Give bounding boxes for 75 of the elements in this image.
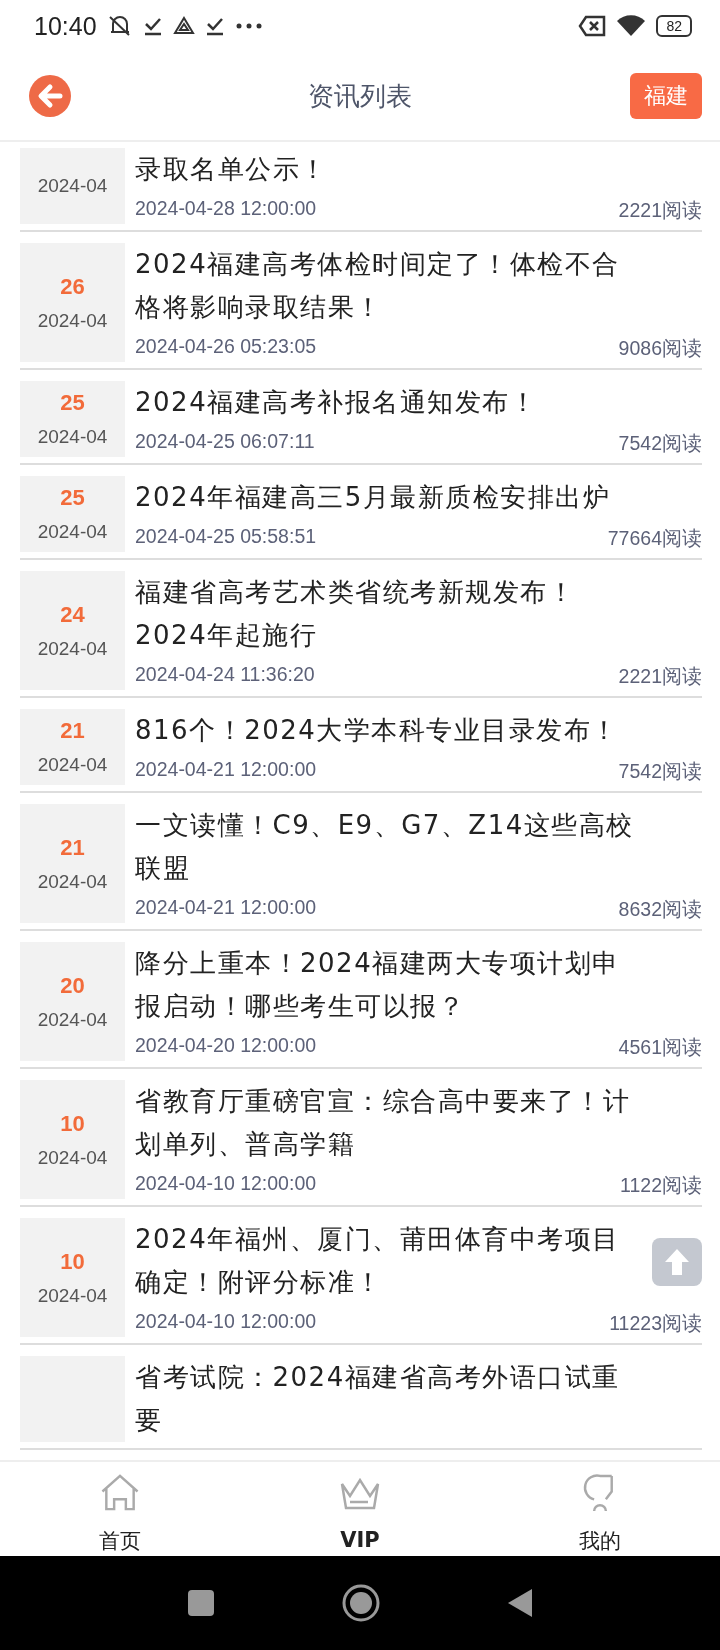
article-day: 10 [60,1110,85,1137]
back-icon[interactable] [28,74,72,118]
read-count: 7542阅读 [618,759,702,784]
article-title: 福建省高考艺术类省统考新规发布！2024年起施行 [135,576,576,652]
article-day: 24 [60,601,85,628]
read-count: 7542阅读 [618,431,702,456]
article-item[interactable]: 25 2024-04 2024年福建高三5月最新质检安排出炉 2024-04-25 05:58:51 77664阅读 [20,470,702,560]
article-time: 2024-04-10 12:00:00 [135,1310,317,1334]
read-count: 9086阅读 [618,336,702,361]
article-item[interactable]: 2024-04 录取名单公示！ 2024-04-28 12:00:00 2221阅读 [20,142,702,232]
article-time: 2024-04-28 12:00:00 [135,197,317,221]
article-month: 2024-04 [37,1284,108,1307]
wifi-icon [616,14,647,38]
article-time: 2024-04-25 05:58:51 [135,525,317,549]
article-title: 2024年福建高三5月最新质检安排出炉 [135,481,611,514]
tab-item[interactable]: VIP [240,1462,480,1556]
home-button-icon[interactable] [341,1583,381,1623]
article-item[interactable]: 24 2024-04 福建省高考艺术类省统考新规发布！2024年起施行 2024-04-24 11:36:20 2221阅读 [20,565,702,698]
article-time: 2024-04-21 12:00:00 [135,758,317,782]
article-item[interactable]: 25 2024-04 2024福建高考补报名通知发布！ 2024-04-25 06:07:11 7542阅读 [20,375,702,465]
article-month: 2024-04 [37,426,108,448]
read-count: 1122阅读 [620,1173,702,1198]
article-month: 2024-04 [37,870,108,893]
article-title: 省教育厅重磅官宣：综合高中要来了！计划单列、普高学籍 [135,1085,631,1161]
article-month: 2024-04 [37,637,108,660]
article-month: 2024-04 [37,754,108,776]
article-title: 2024福建高考补报名通知发布！ [135,386,538,419]
article-month: 2024-04 [37,309,108,332]
battery-level: 82 [656,15,692,37]
article-item[interactable]: 20 2024-04 降分上重本！2024福建两大专项计划申报启动！哪些考生可以报？ 2024-04-20 12:00:00 4561阅读 [20,936,702,1069]
article-time: 2024-04-20 12:00:00 [135,1034,317,1058]
article-month: 2024-04 [37,1008,108,1031]
article-title: 录取名单公示！ [135,153,328,186]
article-day: 20 [60,972,85,999]
article-item[interactable]: 21 2024-04 一文读懂！C9、E9、G7、Z14这些高校联盟 2024-04-21 12:00:00 8632阅读 [20,798,702,931]
read-count: 8632阅读 [618,897,702,922]
article-item[interactable]: 21 2024-04 816个！2024大学本科专业目录发布！ 2024-04-21 12:00:00 7542阅读 [20,703,702,793]
article-month: 2024-04 [37,1146,108,1169]
article-day: 25 [60,390,85,416]
article-title: 2024年福州、厦门、莆田体育中考项目确定！附评分标准！ [135,1223,621,1299]
read-count: 4561阅读 [618,1035,702,1060]
back-nav-icon[interactable] [506,1587,534,1619]
article-day: 26 [60,273,85,300]
read-count: 2221阅读 [618,198,702,223]
status-time: 10:40 [34,11,97,41]
article-month: 2024-04 [37,521,108,543]
article-item[interactable]: 省考试院：2024福建省高考外语口试重要 [20,1350,702,1450]
article-time: 2024-04-24 11:36:20 [135,663,315,687]
recents-icon[interactable] [186,1588,216,1618]
article-day: 10 [60,1248,85,1275]
article-day: 21 [60,718,85,744]
tab-item[interactable]: 我的 [480,1462,720,1556]
article-day: 21 [60,834,85,861]
check-icon [204,16,225,36]
article-time: 2024-04-25 06:07:11 [135,430,315,454]
article-title: 降分上重本！2024福建两大专项计划申报启动！哪些考生可以报？ [135,947,621,1023]
article-title: 一文读懂！C9、E9、G7、Z14这些高校联盟 [135,809,635,885]
article-time: 2024-04-21 12:00:00 [135,896,317,920]
read-count: 77664阅读 [607,526,702,551]
read-count: 11223阅读 [609,1311,702,1336]
article-item[interactable]: 10 2024-04 省教育厅重磅官宣：综合高中要来了！计划单列、普高学籍 2024-04-10 12:00:00 1122阅读 [20,1074,702,1207]
article-time: 2024-04-26 05:23:05 [135,335,317,359]
article-day: 25 [60,485,85,511]
read-count: 2221阅读 [618,664,702,689]
article-title: 816个！2024大学本科专业目录发布！ [135,714,619,747]
check-icon [142,16,163,36]
article-time: 2024-04-10 12:00:00 [135,1172,317,1196]
more-icon [234,22,263,30]
article-month: 2024-04 [37,175,108,197]
tab-item[interactable]: 首页 [0,1462,240,1556]
article-title: 省考试院：2024福建省高考外语口试重要 [135,1361,621,1437]
triangle-icon [172,16,195,36]
article-item[interactable]: 26 2024-04 2024福建高考体检时间定了！体检不合格将影响录取结果！ 2024-04-26 05:23:05 9086阅读 [20,237,702,370]
article-title: 2024福建高考体检时间定了！体检不合格将影响录取结果！ [135,248,621,324]
page-title: 资讯列表 [308,79,412,113]
